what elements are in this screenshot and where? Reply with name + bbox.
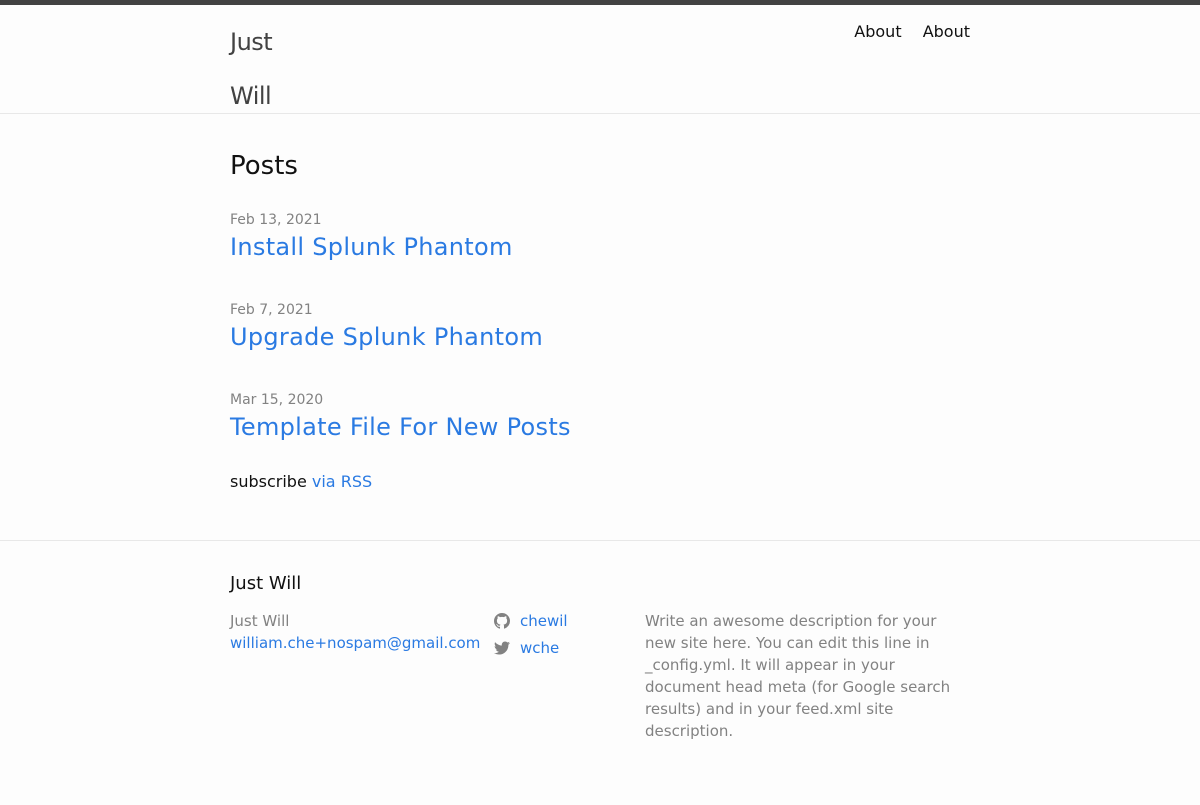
post-date: Feb 13, 2021 <box>230 212 322 228</box>
rss-link[interactable]: via RSS <box>312 472 372 491</box>
twitter-icon <box>494 641 510 655</box>
post-item: Mar 15, 2020 Template File For New Posts <box>230 390 970 480</box>
post-link[interactable]: Install Splunk Phantom <box>230 233 513 261</box>
footer-description: Write an awesome description for your ne… <box>645 612 951 740</box>
nav-link-about-2[interactable]: About <box>923 22 970 41</box>
nav-link-about[interactable]: About <box>854 22 901 41</box>
page-content: Posts Feb 13, 2021 Install Splunk Phanto… <box>0 114 1200 540</box>
footer-columns: Just Will william.che+nospam@gmail.com c… <box>230 610 970 742</box>
post-date: Feb 7, 2021 <box>230 302 313 318</box>
social-twitter: wche <box>494 637 645 659</box>
subscribe-text: subscribe <box>230 472 307 491</box>
footer-name: Just Will <box>230 612 290 630</box>
twitter-link[interactable]: wche <box>520 637 559 659</box>
github-link[interactable]: chewil <box>520 610 568 632</box>
post-item: Feb 7, 2021 Upgrade Splunk Phantom <box>230 300 970 390</box>
site-footer: Just Will Just Will william.che+nospam@g… <box>0 540 1200 742</box>
site-title-link[interactable]: Just Will <box>230 15 300 123</box>
site-header: Just Will About About <box>0 5 1200 114</box>
footer-contact: Just Will william.che+nospam@gmail.com <box>230 610 494 742</box>
post-link[interactable]: Upgrade Splunk Phantom <box>230 323 543 351</box>
site-nav: About About <box>838 20 970 44</box>
post-date: Mar 15, 2020 <box>230 392 324 408</box>
post-list: Feb 13, 2021 Install Splunk Phantom Feb … <box>230 210 970 480</box>
page-heading: Posts <box>230 151 298 181</box>
social-github: chewil <box>494 610 645 632</box>
post-link[interactable]: Template File For New Posts <box>230 413 571 441</box>
footer-email-link[interactable]: william.che+nospam@gmail.com <box>230 634 480 652</box>
subscribe-line: subscribe via RSS <box>230 470 970 494</box>
footer-heading: Just Will <box>230 573 302 594</box>
github-icon <box>494 613 510 629</box>
footer-wrapper: Just Will Just Will william.che+nospam@g… <box>230 572 970 742</box>
content-wrapper: Posts Feb 13, 2021 Install Splunk Phanto… <box>230 148 970 494</box>
post-item: Feb 13, 2021 Install Splunk Phantom <box>230 210 970 300</box>
footer-social: chewil wche <box>494 610 645 742</box>
